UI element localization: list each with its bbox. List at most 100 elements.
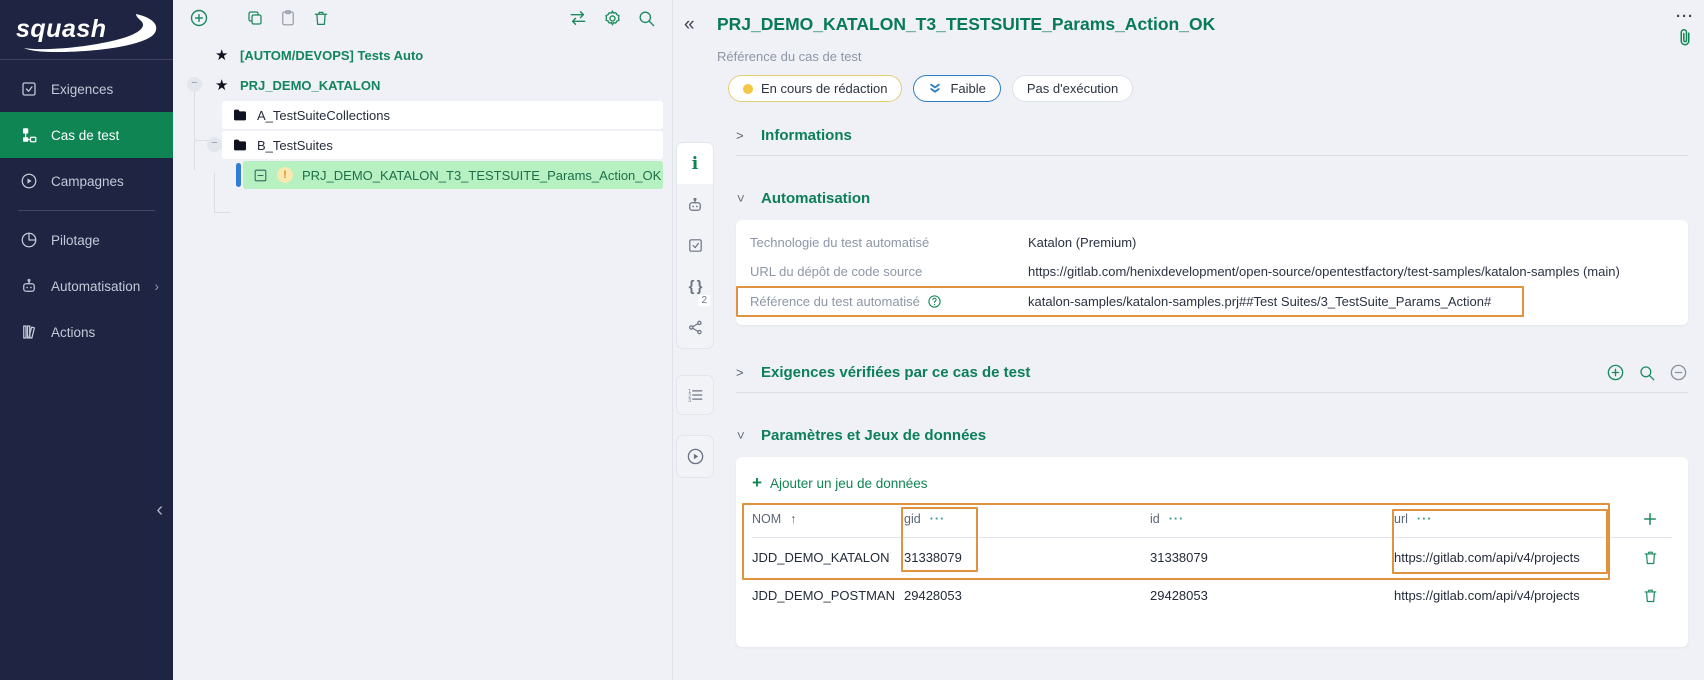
section-automatisation[interactable]: > Automatisation xyxy=(736,178,1688,218)
sidebar-item-cas-de-test[interactable]: Cas de test xyxy=(0,112,173,158)
sidebar-item-label: Exigences xyxy=(51,82,159,97)
requirements-icon xyxy=(20,80,38,98)
collapse-minus-icon[interactable]: − xyxy=(187,77,202,92)
dataset-url[interactable]: https://gitlab.com/api/v4/projects xyxy=(1394,550,1628,565)
selected-test-case-row[interactable]: ! PRJ_DEMO_KATALON_T3_TESTSUITE_Params_A… xyxy=(243,161,663,189)
section-parametres[interactable]: > Paramètres et Jeux de données xyxy=(736,415,1688,455)
dataset-gid[interactable]: 31338079 xyxy=(904,550,1150,565)
add-dataset-button[interactable]: + Ajouter un jeu de données xyxy=(752,473,928,493)
paste-icon[interactable] xyxy=(279,9,297,27)
tree-row-folder[interactable]: − B_TestSuites xyxy=(173,130,672,160)
datasets-card: + Ajouter un jeu de données NOM ↑ gid ··… xyxy=(736,457,1688,647)
attachment-paperclip-icon[interactable] xyxy=(1676,27,1694,49)
tree-row-test-case-selected[interactable]: ! PRJ_DEMO_KATALON_T3_TESTSUITE_Params_A… xyxy=(173,160,672,190)
datasets-table: NOM ↑ gid ··· id ··· url xyxy=(752,500,1672,614)
dataset-row[interactable]: JDD_DEMO_KATALON 31338079 31338079 https… xyxy=(752,538,1672,576)
tree-rows: ★ [AUTOM/DEVOPS] Tests Auto − ★ PRJ_DEMO… xyxy=(173,40,672,190)
tree-item-label: B_TestSuites xyxy=(257,138,333,153)
folder-row[interactable]: A_TestSuiteCollections xyxy=(222,101,663,129)
sidebar-item-automatisation[interactable]: Automatisation › xyxy=(0,263,173,309)
add-icon[interactable] xyxy=(189,8,209,28)
box-minus-icon[interactable] xyxy=(253,168,268,183)
automation-robot-icon xyxy=(20,277,38,295)
column-label: id xyxy=(1150,512,1160,526)
search-requirement-icon[interactable] xyxy=(1638,364,1656,382)
dataset-gid[interactable]: 29428053 xyxy=(904,588,1150,603)
sort-asc-icon: ↑ xyxy=(790,512,796,526)
dataset-id[interactable]: 31338079 xyxy=(1150,550,1394,565)
field-label: URL du dépôt de code source xyxy=(750,264,1028,279)
more-menu-icon[interactable]: ··· xyxy=(1676,8,1694,25)
field-label-text: Référence du test automatisé xyxy=(750,294,920,309)
chevron-down-icon: > xyxy=(734,431,749,441)
column-header-gid[interactable]: gid ··· xyxy=(904,512,1150,526)
sidebar-item-label: Automatisation xyxy=(51,279,141,294)
tree-row-library[interactable]: ★ [AUTOM/DEVOPS] Tests Auto xyxy=(173,40,672,70)
dataset-url[interactable]: https://gitlab.com/api/v4/projects xyxy=(1394,588,1628,603)
field-label: Référence du test automatisé xyxy=(750,294,1028,309)
tree-item-label: A_TestSuiteCollections xyxy=(257,108,390,123)
tree-guide-line xyxy=(214,212,230,213)
section-informations[interactable]: > Informations xyxy=(736,116,1688,156)
column-menu-icon[interactable]: ··· xyxy=(1169,512,1185,526)
section-title: Paramètres et Jeux de données xyxy=(761,427,986,444)
double-chevron-down-icon xyxy=(928,82,942,95)
section-spacer xyxy=(736,156,1688,178)
execution-chip-label: Pas d'exécution xyxy=(1027,81,1118,96)
delete-icon[interactable] xyxy=(312,9,330,27)
chevron-down-icon: > xyxy=(734,194,749,204)
field-value[interactable]: katalon-samples/katalon-samples.prj##Tes… xyxy=(1028,294,1491,309)
tree-item-label: PRJ_DEMO_KATALON xyxy=(240,78,380,93)
dataset-name[interactable]: JDD_DEMO_POSTMAN xyxy=(752,588,904,603)
tree-toolbar xyxy=(173,0,672,36)
column-header-url[interactable]: url ··· xyxy=(1394,512,1628,526)
star-icon: ★ xyxy=(215,76,233,94)
sidebar-collapse-button[interactable]: ‹ xyxy=(156,500,163,520)
star-icon: ★ xyxy=(215,46,233,64)
field-value[interactable]: https://gitlab.com/henixdevelopment/open… xyxy=(1028,264,1620,279)
page-title: PRJ_DEMO_KATALON_T3_TESTSUITE_Params_Act… xyxy=(717,14,1704,35)
section-title: Automatisation xyxy=(761,190,870,207)
plus-icon: + xyxy=(752,473,762,493)
help-circle-icon[interactable] xyxy=(927,294,942,309)
column-menu-icon[interactable]: ··· xyxy=(930,512,946,526)
dataset-row[interactable]: JDD_DEMO_POSTMAN 29428053 29428053 https… xyxy=(752,576,1672,614)
search-icon[interactable] xyxy=(637,9,656,28)
execution-chip[interactable]: Pas d'exécution xyxy=(1012,75,1133,102)
test-case-detail-panel: « PRJ_DEMO_KATALON_T3_TESTSUITE_Params_A… xyxy=(676,0,1704,680)
tree-row-folder[interactable]: A_TestSuiteCollections xyxy=(173,100,672,130)
field-row-reference-highlighted: Référence du test automatisé katalon-sam… xyxy=(736,286,1524,317)
importance-chip-label: Faible xyxy=(950,81,985,96)
column-header-nom[interactable]: NOM ↑ xyxy=(752,512,904,526)
gear-icon[interactable] xyxy=(603,9,622,28)
remove-requirement-icon[interactable] xyxy=(1669,363,1688,382)
importance-chip[interactable]: Faible xyxy=(913,75,1000,102)
swap-arrows-icon[interactable] xyxy=(568,8,588,28)
collapse-minus-icon[interactable]: − xyxy=(207,137,222,152)
field-row-repository: URL du dépôt de code source https://gitl… xyxy=(736,257,1688,286)
dataset-name[interactable]: JDD_DEMO_KATALON xyxy=(752,550,904,565)
section-action-icons xyxy=(1606,363,1688,382)
delete-dataset-icon[interactable] xyxy=(1628,549,1672,566)
column-header-id[interactable]: id ··· xyxy=(1150,512,1394,526)
copy-icon[interactable] xyxy=(246,9,264,27)
column-label: NOM xyxy=(752,512,781,526)
status-chip-redaction[interactable]: En cours de rédaction xyxy=(728,75,902,102)
collapse-panel-icon[interactable]: « xyxy=(684,14,695,36)
field-value[interactable]: Katalon (Premium) xyxy=(1028,235,1136,250)
tree-row-project[interactable]: − ★ PRJ_DEMO_KATALON xyxy=(173,70,672,100)
add-parameter-icon[interactable] xyxy=(1628,510,1672,528)
add-requirement-icon[interactable] xyxy=(1606,363,1625,382)
sidebar-item-label: Pilotage xyxy=(51,233,159,248)
campaigns-icon xyxy=(20,172,38,190)
delete-dataset-icon[interactable] xyxy=(1628,587,1672,604)
sidebar-item-actions[interactable]: Actions xyxy=(0,309,173,355)
sidebar-item-pilotage[interactable]: Pilotage xyxy=(0,217,173,263)
test-case-tree-panel: ★ [AUTOM/DEVOPS] Tests Auto − ★ PRJ_DEMO… xyxy=(173,0,673,680)
sidebar-item-exigences[interactable]: Exigences xyxy=(0,66,173,112)
dataset-id[interactable]: 29428053 xyxy=(1150,588,1394,603)
folder-row[interactable]: B_TestSuites xyxy=(222,131,663,159)
column-menu-icon[interactable]: ··· xyxy=(1417,512,1433,526)
sidebar-item-campagnes[interactable]: Campagnes xyxy=(0,158,173,204)
section-exigences[interactable]: > Exigences vérifiées par ce cas de test xyxy=(736,353,1688,393)
